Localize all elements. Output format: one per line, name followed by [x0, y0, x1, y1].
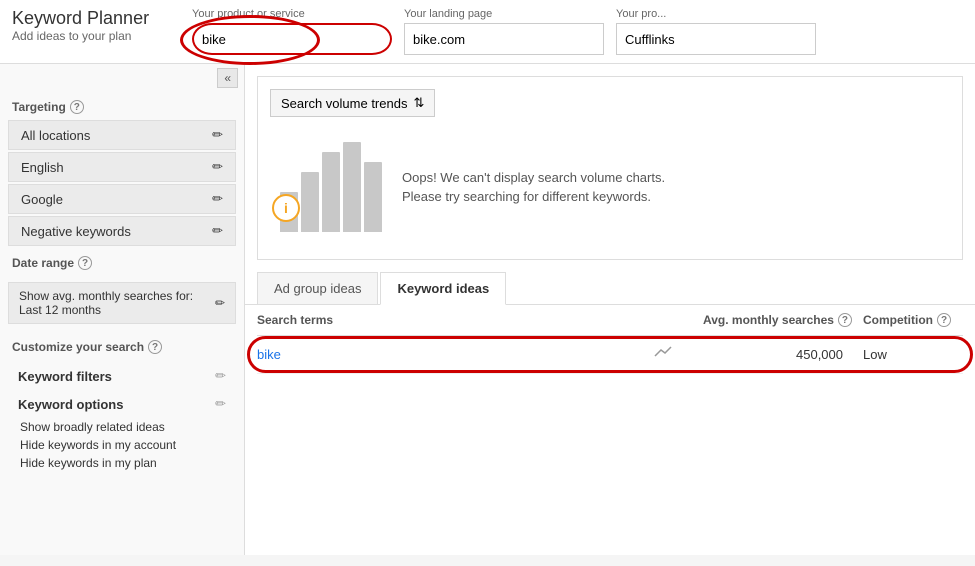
english-edit-icon: ✏	[212, 159, 223, 175]
date-range-help-icon[interactable]: ?	[78, 256, 92, 270]
table-row: bike 450,000 Low	[257, 336, 963, 374]
date-range-section-title: Date range ?	[0, 248, 244, 274]
google-edit-icon: ✏	[212, 191, 223, 207]
collapse-button[interactable]: «	[217, 68, 238, 88]
col-search-terms-header: Search terms	[257, 313, 653, 327]
keyword-options-label: Keyword options	[18, 397, 123, 412]
product-category-label: Your pro...	[616, 8, 816, 20]
keyword-ideas-tab[interactable]: Keyword ideas	[380, 272, 506, 305]
chart-dropdown-arrow: ⇅	[413, 95, 424, 111]
product-input[interactable]	[192, 23, 392, 55]
table-area: Search terms Avg. monthly searches ? Com…	[245, 305, 975, 374]
landing-page-input[interactable]	[404, 23, 604, 55]
english-item[interactable]: English ✏	[8, 152, 236, 182]
google-item[interactable]: Google ✏	[8, 184, 236, 214]
date-range-section: Show avg. monthly searches for: Last 12 …	[0, 274, 244, 332]
product-field-container: Your product or service	[192, 8, 392, 55]
chart-bar-2	[301, 172, 319, 232]
product-category-field-container: Your pro...	[616, 8, 816, 55]
negative-keywords-label: Negative keywords	[21, 224, 131, 239]
content-area: Search volume trends ⇅ i Oops! We can't …	[245, 64, 975, 555]
landing-page-field-container: Your landing page	[404, 8, 604, 55]
customize-section-title: Customize your search ?	[0, 332, 244, 358]
col-trend-header	[653, 313, 703, 327]
targeting-help-icon[interactable]: ?	[70, 100, 84, 114]
competition-help-icon[interactable]: ?	[937, 313, 951, 327]
app-title: Keyword Planner	[12, 8, 172, 29]
product-label: Your product or service	[192, 8, 392, 20]
customize-section: Keyword filters ✏ Keyword options ✏ Show…	[0, 358, 244, 476]
chart-header: Search volume trends ⇅	[270, 89, 950, 117]
keyword-options-sub2: Hide keywords in my account	[8, 436, 236, 454]
chart-bar-3	[322, 152, 340, 232]
header-fields: Your product or service Your landing pag…	[192, 8, 963, 55]
keyword-options-sub3: Hide keywords in my plan	[8, 454, 236, 472]
table-header: Search terms Avg. monthly searches ? Com…	[257, 305, 963, 336]
keyword-filters-edit-icon: ✏	[215, 368, 226, 384]
keyword-filters-item[interactable]: Keyword filters ✏	[8, 362, 236, 390]
all-locations-edit-icon: ✏	[212, 127, 223, 143]
ad-group-ideas-tab[interactable]: Ad group ideas	[257, 272, 378, 304]
customize-help-icon[interactable]: ?	[148, 340, 162, 354]
trend-chart-icon	[653, 344, 673, 360]
chart-area: Search volume trends ⇅ i Oops! We can't …	[257, 76, 963, 260]
negative-keywords-item[interactable]: Negative keywords ✏	[8, 216, 236, 246]
targeting-section-title: Targeting ?	[0, 92, 244, 118]
landing-page-label: Your landing page	[404, 8, 604, 20]
keyword-cell[interactable]: bike	[257, 347, 653, 362]
all-locations-label: All locations	[21, 128, 90, 143]
product-category-input[interactable]	[616, 23, 816, 55]
avg-monthly-help-icon[interactable]: ?	[838, 313, 852, 327]
chart-body: i Oops! We can't display search volume c…	[270, 127, 950, 247]
date-range-edit-icon: ✏	[215, 296, 225, 310]
col-competition-header: Competition ?	[863, 313, 963, 327]
google-label: Google	[21, 192, 63, 207]
all-locations-item[interactable]: All locations ✏	[8, 120, 236, 150]
sidebar-collapse-area: «	[0, 64, 244, 92]
tabs-area: Ad group ideas Keyword ideas	[245, 272, 975, 305]
search-volume-trends-button[interactable]: Search volume trends ⇅	[270, 89, 435, 117]
keyword-filters-label: Keyword filters	[18, 369, 112, 384]
english-label: English	[21, 160, 64, 175]
header: Keyword Planner Add ideas to your plan Y…	[0, 0, 975, 64]
keyword-options-sub1: Show broadly related ideas	[8, 418, 236, 436]
date-range-text: Show avg. monthly searches for: Last 12 …	[19, 289, 215, 317]
trend-icon-cell	[653, 344, 703, 365]
negative-keywords-edit-icon: ✏	[212, 223, 223, 239]
app-subtitle: Add ideas to your plan	[12, 29, 172, 43]
keyword-options-item[interactable]: Keyword options ✏	[8, 390, 236, 418]
col-avg-monthly-header: Avg. monthly searches ?	[703, 313, 863, 327]
chart-bar-4	[343, 142, 361, 232]
main-layout: « Targeting ? All locations ✏ English ✏ …	[0, 64, 975, 555]
chart-error-message: Oops! We can't display search volume cha…	[402, 168, 665, 207]
avg-searches-cell: 450,000	[703, 347, 863, 362]
keyword-options-edit-icon: ✏	[215, 396, 226, 412]
chart-bar-5	[364, 162, 382, 232]
product-field-wrapper	[192, 23, 392, 55]
chart-dropdown-label: Search volume trends	[281, 96, 407, 111]
logo-section: Keyword Planner Add ideas to your plan	[12, 8, 172, 43]
competition-cell: Low	[863, 347, 963, 362]
chart-visual: i	[280, 142, 382, 232]
date-range-box[interactable]: Show avg. monthly searches for: Last 12 …	[8, 282, 236, 324]
info-circle-icon: i	[272, 194, 300, 222]
sidebar: « Targeting ? All locations ✏ English ✏ …	[0, 64, 245, 555]
